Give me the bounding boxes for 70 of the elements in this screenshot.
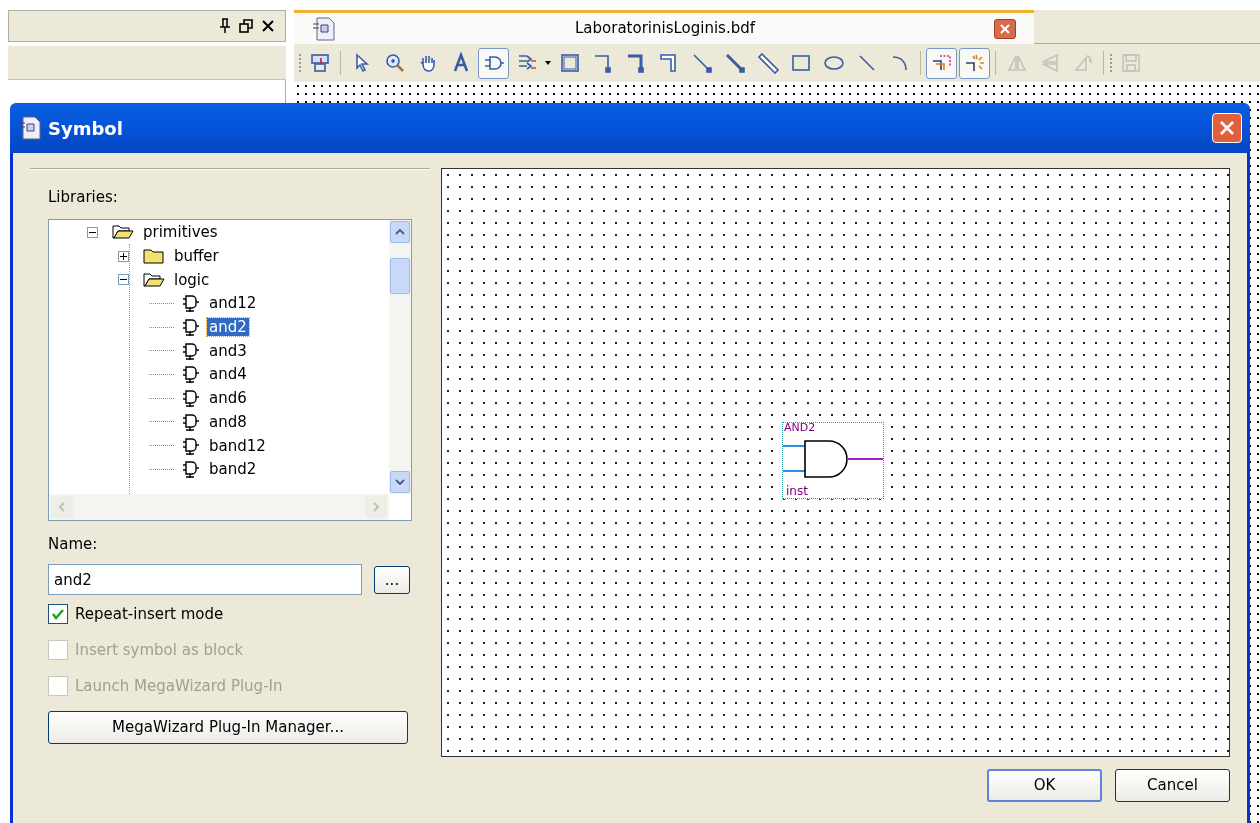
tree-item[interactable]: and8 (207, 412, 249, 431)
tree-item[interactable]: primitives (141, 223, 220, 242)
tree-item[interactable]: band2 (207, 460, 259, 479)
tree-item[interactable]: and3 (207, 341, 249, 360)
symbol-icon (182, 412, 200, 431)
check-icon (51, 608, 65, 620)
close-icon (1000, 23, 1010, 34)
megawizard-button[interactable]: MegaWizard Plug-In Manager... (48, 711, 408, 744)
ok-button[interactable]: OK (987, 769, 1102, 802)
collapse-toggle[interactable] (118, 274, 129, 286)
symbol-icon (182, 460, 200, 479)
checkbox-label[interactable]: Repeat-insert mode (75, 602, 224, 626)
symbol-icon (182, 294, 200, 313)
symbol-name: AND2 (784, 422, 816, 434)
plus-icon (120, 252, 127, 260)
close-icon (1219, 120, 1235, 136)
browse-button[interactable]: ... (374, 565, 410, 594)
checkbox[interactable] (48, 604, 68, 624)
folder-icon (143, 248, 165, 265)
open-folder-icon (143, 271, 165, 288)
chevron-up-icon (395, 228, 405, 235)
block-icon (558, 52, 581, 74)
name-field[interactable]: and2 (48, 564, 362, 595)
diagonal-node-icon (690, 52, 713, 74)
tree-item[interactable]: buffer (172, 247, 221, 266)
tree-item[interactable]: and4 (207, 365, 249, 384)
symbol-icon (182, 318, 200, 337)
tree-item[interactable]: and2 (207, 318, 249, 337)
diagonal-conduit-icon (756, 52, 779, 74)
zoom-icon (383, 52, 406, 74)
tree-item[interactable]: and6 (207, 389, 249, 408)
instance-name: inst (786, 485, 808, 497)
name-label: Name: (48, 533, 99, 555)
chevron-right-icon (373, 501, 379, 512)
symbol-icon (182, 365, 200, 384)
dialog-title: Symbol (48, 116, 124, 141)
close-tab-button[interactable] (994, 18, 1016, 39)
chevron-down-icon (395, 478, 405, 485)
scroll-thumb[interactable] (390, 257, 410, 294)
open-folder-icon (112, 224, 134, 241)
restore-icon[interactable] (239, 19, 253, 33)
toolbar-button[interactable] (478, 47, 509, 79)
symbol-icon (182, 341, 200, 360)
symbol-icon (182, 389, 200, 408)
close-icon[interactable] (261, 19, 275, 33)
symbol-icon (182, 436, 200, 455)
close-button[interactable] (1212, 113, 1242, 143)
save-icon (1119, 52, 1142, 74)
toolbar-button[interactable] (959, 47, 990, 79)
cancel-button[interactable]: Cancel (1115, 769, 1230, 802)
tree-item[interactable]: logic (172, 270, 212, 289)
chevron-left-icon (59, 501, 65, 512)
diagonal-bus-icon (723, 52, 746, 74)
scroll-up-button[interactable] (390, 220, 410, 243)
tree-item[interactable]: band12 (207, 436, 268, 455)
toolbar-grip-icon[interactable] (1109, 52, 1113, 74)
toolbar-button[interactable] (926, 47, 957, 79)
expand-toggle[interactable] (118, 250, 129, 262)
vertical-scrollbar[interactable] (389, 219, 411, 494)
libraries-label: Libraries: (48, 187, 119, 208)
partial-line-icon (963, 52, 986, 74)
dialog-icon (18, 115, 42, 141)
tree-item[interactable]: and12 (207, 294, 259, 313)
dropdown-caret-icon[interactable] (544, 60, 552, 66)
pin-icon[interactable] (219, 18, 231, 34)
toolbar-grip-icon[interactable] (298, 52, 302, 74)
collapse-toggle[interactable] (87, 226, 98, 238)
scroll-down-button[interactable] (390, 470, 410, 493)
rectangle-icon (789, 52, 812, 74)
insert-symbol-icon (308, 52, 331, 74)
